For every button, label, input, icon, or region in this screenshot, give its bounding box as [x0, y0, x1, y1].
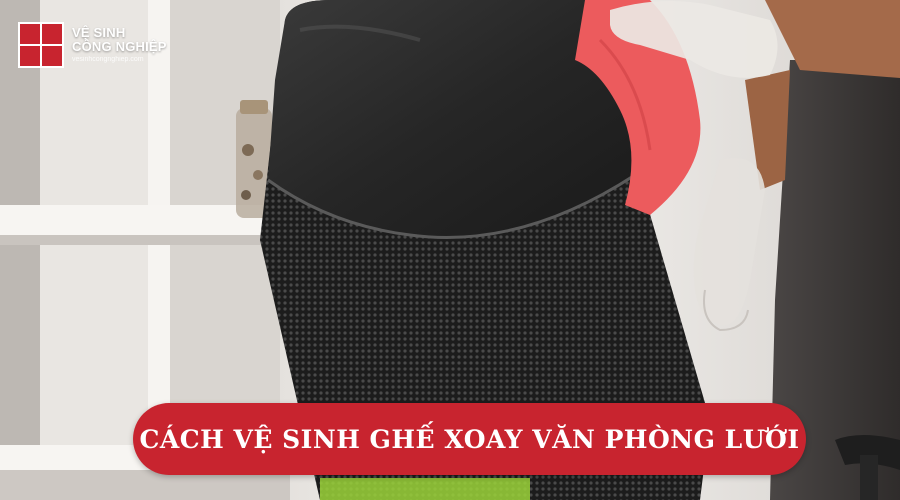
brand-logo[interactable]: VỆ SINH CÔNG NGHIỆP vesinhcongnghiep.com: [18, 22, 167, 68]
seat-highlight: [320, 478, 530, 500]
logo-text: VỆ SINH CÔNG NGHIỆP vesinhcongnghiep.com: [72, 26, 167, 64]
logo-url: vesinhcongnghiep.com: [72, 56, 144, 64]
logo-line1: VỆ SINH: [72, 25, 126, 41]
title-banner: CÁCH VỆ SINH GHẾ XOAY VĂN PHÒNG LƯỚI: [133, 403, 806, 475]
gloved-hand-lower: [693, 158, 765, 332]
logo-line2: CÔNG NGHIỆP: [72, 38, 167, 54]
banner-title: CÁCH VỆ SINH GHẾ XOAY VĂN PHÒNG LƯỚI: [139, 424, 800, 454]
puzzle-logo-icon: [18, 22, 64, 68]
photo-scene: VỆ SINH CÔNG NGHIỆP vesinhcongnghiep.com…: [0, 0, 900, 500]
